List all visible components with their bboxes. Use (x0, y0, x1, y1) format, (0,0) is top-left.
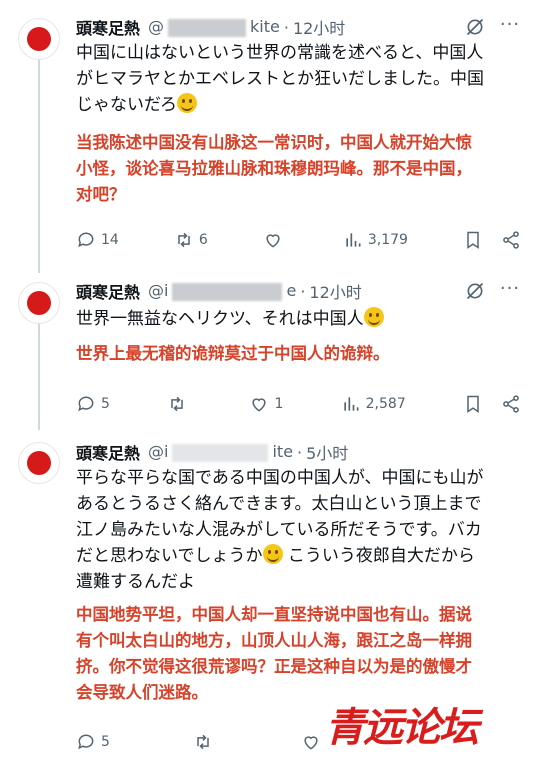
heart-icon (304, 736, 318, 750)
tweet-actions: 14 6 3,179 (76, 228, 521, 252)
translation-text: 世界上最无稽的诡辩莫过于中国人的诡辩。 (76, 344, 390, 363)
share-icon[interactable] (501, 394, 521, 414)
timestamp[interactable]: 5小时 (306, 440, 348, 464)
more-icon[interactable]: ··· (499, 15, 521, 35)
heart-icon (252, 398, 267, 412)
separator: · (300, 281, 306, 301)
thread-line (38, 322, 40, 430)
repost-icon (197, 734, 209, 750)
avatar[interactable] (18, 282, 60, 324)
tweet-text-jp: 世界一無益なヘリクツ、それは中国人 (76, 306, 516, 332)
views-button[interactable]: 2,587 (341, 394, 406, 414)
repost-icon (171, 396, 183, 412)
tweet-text-jp: 中国に山はないという世界の常識を述べると、中国人 がヒマラヤとかエベレストとか狂… (76, 43, 484, 115)
tweet-header: 頭寒足熱 @i e · 12小时 (76, 279, 362, 303)
translation-text: 当我陈述中国没有山脉这一常识时，中国人就开始大惊 小怪，谈论喜马拉雅山脉和珠穆朗… (76, 133, 472, 204)
tweet-actions: 5 1 2,587 (76, 392, 521, 416)
blurred-handle (168, 18, 247, 37)
grin-emoji (176, 93, 197, 113)
reply-icon (78, 734, 94, 750)
grin-emoji (363, 307, 384, 327)
tweet-header: 頭寒足熱 @i ite · 5小时 (76, 440, 348, 464)
translation-text: 中国地势平坦，中国人却一直坚持说中国也有山。据说 有个叫太白山的地方，山顶人山人… (76, 605, 472, 702)
reply-button[interactable]: 5 (76, 732, 110, 752)
reply-button[interactable]: 14 (76, 230, 119, 250)
handle[interactable]: @i e (148, 281, 296, 301)
watermark-logo: 青远论坛 (325, 704, 479, 751)
bookmark-icon[interactable] (463, 394, 483, 414)
share-icon[interactable] (501, 230, 521, 250)
thread-line (38, 58, 40, 273)
views-icon (343, 397, 359, 411)
tweet-text-jp: 平らな平らな国である中国の中国人が、中国にも山が あるとうるさく絡んできます。太… (76, 468, 484, 592)
like-button[interactable] (263, 230, 288, 250)
timestamp[interactable]: 12小时 (309, 279, 361, 303)
like-button[interactable] (301, 732, 326, 752)
repost-button[interactable]: 6 (174, 230, 208, 250)
blurred-handle (172, 443, 269, 462)
repost-button[interactable] (193, 732, 218, 752)
reply-icon (78, 396, 94, 412)
timestamp[interactable]: 12小时 (293, 15, 345, 39)
handle[interactable]: @ kite (148, 17, 280, 37)
reply-icon (78, 232, 94, 248)
display-name[interactable]: 頭寒足熱 (76, 15, 140, 39)
grok-icon[interactable] (465, 281, 485, 301)
blurred-handle (172, 282, 283, 301)
more-icon[interactable]: ··· (499, 279, 521, 299)
repost-button[interactable] (167, 394, 192, 414)
bookmark-icon[interactable] (463, 230, 483, 250)
avatar[interactable] (18, 442, 60, 484)
avatar[interactable] (18, 18, 60, 60)
views-button[interactable]: 3,179 (343, 230, 408, 250)
separator: · (297, 442, 303, 462)
repost-icon (178, 232, 190, 248)
tweet-header: 頭寒足熱 @ kite · 12小时 (76, 15, 345, 39)
grin-emoji (262, 544, 283, 564)
tweet-actions: 5 (76, 730, 326, 754)
heart-icon (266, 234, 280, 248)
grok-icon[interactable] (465, 17, 485, 37)
like-button[interactable]: 1 (249, 394, 283, 414)
display-name[interactable]: 頭寒足熱 (76, 279, 140, 303)
handle[interactable]: @i ite (148, 442, 293, 462)
views-icon (346, 233, 361, 247)
separator: · (283, 17, 289, 37)
display-name[interactable]: 頭寒足熱 (76, 440, 140, 464)
reply-button[interactable]: 5 (76, 394, 110, 414)
